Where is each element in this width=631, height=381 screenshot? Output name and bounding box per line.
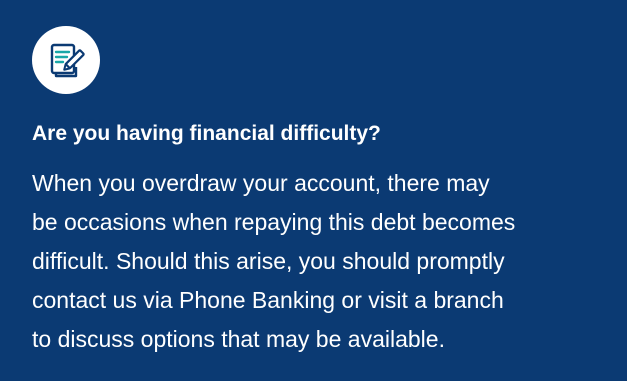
description-line: When you overdraw your account, there ma… (32, 170, 490, 196)
description-line: be occasions when repaying this debt bec… (32, 209, 516, 235)
card-title: Are you having financial difficulty? (32, 122, 381, 145)
description-line: to discuss options that may be available… (32, 326, 445, 352)
card-description: When you overdraw your account, there ma… (32, 164, 612, 359)
icon-badge (32, 26, 100, 94)
description-line: difficult. Should this arise, you should… (32, 248, 505, 274)
document-edit-icon (50, 43, 85, 78)
description-line: contact us via Phone Banking or visit a … (32, 287, 504, 313)
financial-difficulty-card: Are you having financial difficulty? Whe… (0, 0, 627, 381)
